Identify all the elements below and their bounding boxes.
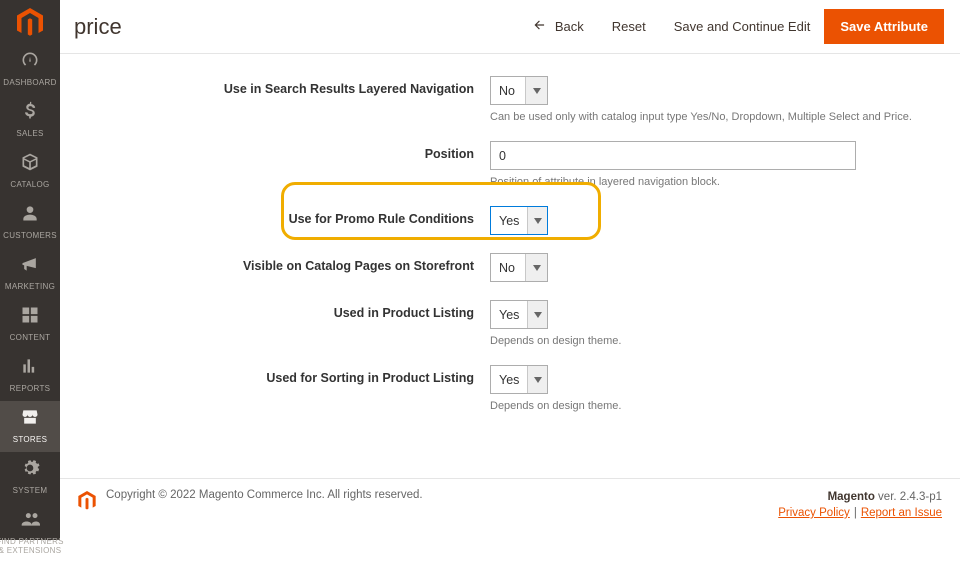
row-product-listing: Used in Product Listing Yes Depends on d… — [60, 300, 960, 347]
select-value: Yes — [491, 301, 527, 328]
nav-label: REPORTS — [10, 384, 51, 393]
arrow-left-icon — [533, 18, 547, 35]
caret-down-icon — [527, 301, 547, 328]
attribute-form: Use in Search Results Layered Navigation… — [60, 54, 960, 412]
field-label: Visible on Catalog Pages on Storefront — [60, 253, 490, 274]
privacy-link[interactable]: Privacy Policy — [778, 507, 850, 519]
dollar-icon — [20, 101, 40, 126]
product-listing-select[interactable]: Yes — [490, 300, 548, 329]
field-label: Use for Promo Rule Conditions — [60, 206, 490, 227]
row-promo: Use for Promo Rule Conditions Yes — [60, 206, 960, 235]
select-value: No — [491, 77, 525, 104]
row-sorting: Used for Sorting in Product Listing Yes … — [60, 365, 960, 412]
version-prefix: ver. — [875, 491, 900, 503]
save-attribute-button[interactable]: Save Attribute — [824, 9, 944, 44]
stores-icon — [20, 407, 40, 432]
back-button[interactable]: Back — [519, 8, 598, 45]
select-value: Yes — [491, 207, 527, 234]
field-hint: Depends on design theme. — [490, 400, 960, 412]
select-value: No — [491, 254, 525, 281]
field-hint: Position of attribute in layered navigat… — [490, 176, 960, 188]
product-name: Magento — [828, 491, 875, 503]
copyright-text: Copyright © 2022 Magento Commerce Inc. A… — [106, 489, 423, 501]
nav-content[interactable]: CONTENT — [0, 299, 60, 350]
nav-label: CATALOG — [10, 180, 49, 189]
nav-customers[interactable]: CUSTOMERS — [0, 197, 60, 248]
field-label: Used for Sorting in Product Listing — [60, 365, 490, 386]
catalog-icon — [20, 152, 40, 177]
nav-label: SYSTEM — [13, 486, 48, 495]
side-nav: DASHBOARD SALES CATALOG CUSTOMERS MARKET… — [0, 0, 60, 540]
nav-reports[interactable]: REPORTS — [0, 350, 60, 401]
row-visible-catalog: Visible on Catalog Pages on Storefront N… — [60, 253, 960, 282]
nav-dashboard[interactable]: DASHBOARD — [0, 44, 60, 95]
reports-icon — [20, 356, 40, 381]
report-issue-link[interactable]: Report an Issue — [861, 507, 942, 519]
magento-logo-icon — [17, 8, 43, 38]
field-label: Used in Product Listing — [60, 300, 490, 321]
dashboard-icon — [20, 50, 40, 75]
reset-button[interactable]: Reset — [598, 9, 660, 44]
nav-system[interactable]: SYSTEM — [0, 452, 60, 503]
promo-select[interactable]: Yes — [490, 206, 548, 235]
field-label: Position — [60, 141, 490, 162]
row-position: Position Position of attribute in layere… — [60, 141, 960, 188]
magento-logo-small-icon — [78, 491, 96, 514]
field-hint: Can be used only with catalog input type… — [490, 111, 960, 123]
nav-partners[interactable]: FIND PARTNERS & EXTENSIONS — [0, 503, 60, 563]
nav-label: MARKETING — [5, 282, 55, 291]
page-title: price — [74, 14, 122, 40]
nav-label: STORES — [13, 435, 48, 444]
customers-icon — [20, 203, 40, 228]
row-search-layered: Use in Search Results Layered Navigation… — [60, 76, 960, 123]
nav-sales[interactable]: SALES — [0, 95, 60, 146]
sorting-select[interactable]: Yes — [490, 365, 548, 394]
main-content: Use in Search Results Layered Navigation… — [60, 54, 960, 478]
partners-icon — [20, 509, 40, 534]
field-hint: Depends on design theme. — [490, 335, 960, 347]
save-continue-button[interactable]: Save and Continue Edit — [660, 9, 825, 44]
field-label: Use in Search Results Layered Navigation — [60, 76, 490, 97]
back-label: Back — [555, 19, 584, 34]
caret-down-icon — [525, 77, 547, 104]
nav-label: CUSTOMERS — [3, 231, 57, 240]
nav-label: CONTENT — [10, 333, 51, 342]
nav-label: SALES — [16, 129, 43, 138]
separator: | — [850, 507, 861, 519]
nav-marketing[interactable]: MARKETING — [0, 248, 60, 299]
select-value: Yes — [491, 366, 527, 393]
marketing-icon — [20, 254, 40, 279]
top-bar: price Back Reset Save and Continue Edit … — [60, 0, 960, 54]
page-footer: Copyright © 2022 Magento Commerce Inc. A… — [60, 478, 960, 540]
version-text: 2.4.3-p1 — [900, 491, 942, 503]
content-icon — [20, 305, 40, 330]
caret-down-icon — [525, 254, 547, 281]
nav-label: DASHBOARD — [3, 78, 56, 87]
caret-down-icon — [527, 366, 547, 393]
caret-down-icon — [527, 207, 547, 234]
position-input[interactable] — [490, 141, 856, 170]
nav-catalog[interactable]: CATALOG — [0, 146, 60, 197]
visible-catalog-select[interactable]: No — [490, 253, 548, 282]
search-layered-select[interactable]: No — [490, 76, 548, 105]
nav-stores[interactable]: STORES — [0, 401, 60, 452]
system-icon — [20, 458, 40, 483]
